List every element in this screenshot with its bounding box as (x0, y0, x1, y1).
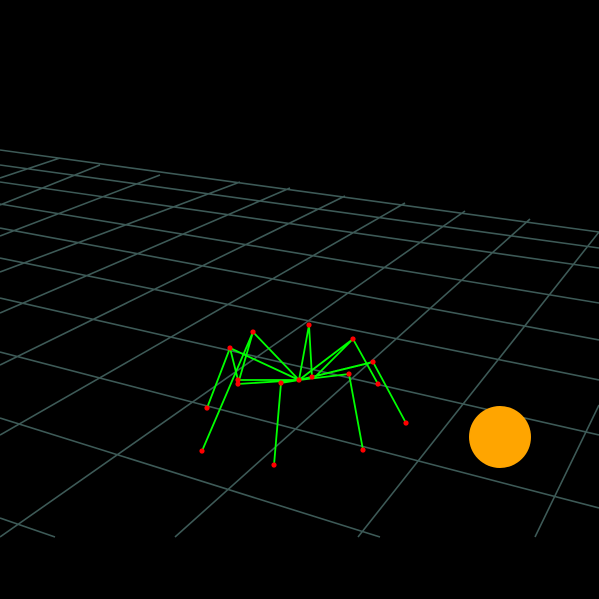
spider-joint (309, 374, 315, 380)
spider-joint (271, 462, 277, 468)
simulation-viewport (0, 0, 599, 599)
spider-joint (204, 405, 210, 411)
spider-joint (235, 381, 241, 387)
spider-joint (250, 329, 256, 335)
spider-joint (278, 380, 284, 386)
spider-joint (403, 420, 409, 426)
spider-joint (350, 336, 356, 342)
spider-joint (360, 447, 366, 453)
spider-joint (346, 371, 352, 377)
spider-joint (296, 377, 302, 383)
spider-joint (370, 359, 376, 365)
spider-joint (375, 381, 381, 387)
spider-joint (227, 345, 233, 351)
target-ball (469, 406, 531, 468)
spider-joint (306, 322, 312, 328)
spider-joint (199, 448, 205, 454)
background (0, 0, 599, 599)
